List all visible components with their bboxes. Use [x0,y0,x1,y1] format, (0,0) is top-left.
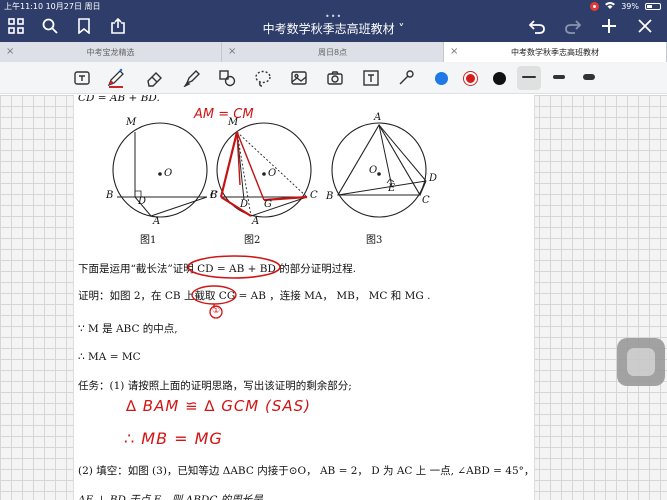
color-swatch-blue[interactable] [435,72,448,85]
figure-1 [112,122,208,218]
text-select-icon[interactable] [72,68,92,88]
point-label: D [138,196,147,207]
title-bar: 上午11:10 10月27日 周日 39% ••• 中考数学秋季志高班教材 ˅ [0,0,667,42]
figure-2-caption: 图2 [244,235,261,246]
point-label: D [240,199,249,210]
annotation-toolbar [0,62,667,94]
undo-icon[interactable] [527,16,547,36]
line-width-selected-bg [517,66,541,90]
shapes-icon[interactable] [217,68,237,88]
point-label: B [106,190,114,201]
figure-3 [331,122,427,218]
text-task: 任务：(1) 请按照上面的证明思路，写出该证明的剩余部分; [78,380,352,392]
tab-bar: × 中考宝龙精选 × 周日8点 × 中考数学秋季志高班教材 [0,42,667,62]
point-label: O [369,165,378,176]
close-icon[interactable] [635,16,655,36]
point-label: G [264,199,272,210]
geometry-figures [112,122,427,218]
tab-sunday-8[interactable]: × 周日8点 [222,42,444,62]
point-label: O [164,168,173,179]
tab-label: 周日8点 [317,47,348,57]
point-label: C [310,190,318,201]
status-time: 上午11:10 10月27日 周日 [4,2,101,11]
text-proof-3: ∴ MA = MC [78,351,141,363]
assistive-touch-button[interactable] [617,338,665,386]
point-label: E [388,183,396,194]
tab-label: 中考数学秋季志高班教材 [511,47,599,57]
tab-close-icon[interactable]: × [450,46,458,57]
highlighter-icon[interactable] [182,68,202,88]
screen-record-icon [590,1,600,11]
text-proof-1: 证明：如图 2，在 CB 上截取 CG = AB ，连接 MA， MB， MC … [78,290,431,302]
tab-textbook[interactable]: × 中考数学秋季志高班教材 [444,42,667,62]
handwriting-mb-mg: ∴ MB = MG [124,429,223,448]
handwriting-congruence: ∆ BAM ≌ ∆ GCM (SAS) [126,397,312,415]
pen-icon[interactable] [106,68,126,88]
lasso-icon[interactable] [253,68,273,88]
camera-icon[interactable] [325,68,345,88]
text-fill: (2) 填空：如图 (3)，已知等边 ΔABC 内接于⊙O， AB = 2， D… [78,465,535,477]
tab-zhongkao-baolong[interactable]: × 中考宝龙精选 [0,42,222,62]
point-label: O [268,168,277,179]
line-width-thick[interactable] [583,74,595,80]
battery-percent: 39% [621,1,639,11]
point-label: B [210,190,218,201]
tab-label: 中考宝龙精选 [86,47,135,57]
text-box-icon[interactable] [361,68,381,88]
laser-pointer-icon[interactable] [396,68,416,88]
point-label: D [429,173,438,184]
battery-icon [645,2,661,10]
line-width-thin[interactable] [522,76,536,78]
point-label: B [326,191,334,202]
handwriting-circled-mark: ① [212,306,221,316]
text-intro: 下面是运用“截长法”证明 CD = AB + BD 的部分证明过程. [78,263,357,275]
wifi-icon [605,1,616,11]
redo-icon[interactable] [563,16,583,36]
point-label: A [153,216,161,227]
tab-close-icon[interactable]: × [228,46,236,57]
tab-close-icon[interactable]: × [6,46,14,57]
document-page[interactable]: CD = AB + BD. M B D C A O M B D G C A O … [73,95,535,500]
point-label: A [252,216,260,227]
line-width-medium[interactable] [553,75,565,79]
color-swatch-black[interactable] [493,72,506,85]
point-label: C [422,195,430,206]
image-icon[interactable] [289,68,309,88]
status-bar: 上午11:10 10月27日 周日 39% [0,0,667,12]
color-swatch-red[interactable] [464,72,477,85]
add-icon[interactable] [599,16,619,36]
eraser-icon[interactable] [145,68,165,88]
text-partial: AE ⊥ BD 于点 E，则 ΔBDC 的周长是 [78,494,263,500]
figure-3-caption: 图3 [366,235,383,246]
point-label: M [126,117,137,128]
text-proof-2: ∵ M 是 ABC 的中点, [78,323,178,335]
point-label: A [374,112,382,123]
handwriting-am-cm: AM = CM [194,107,254,122]
figure-1-caption: 图1 [140,235,157,246]
